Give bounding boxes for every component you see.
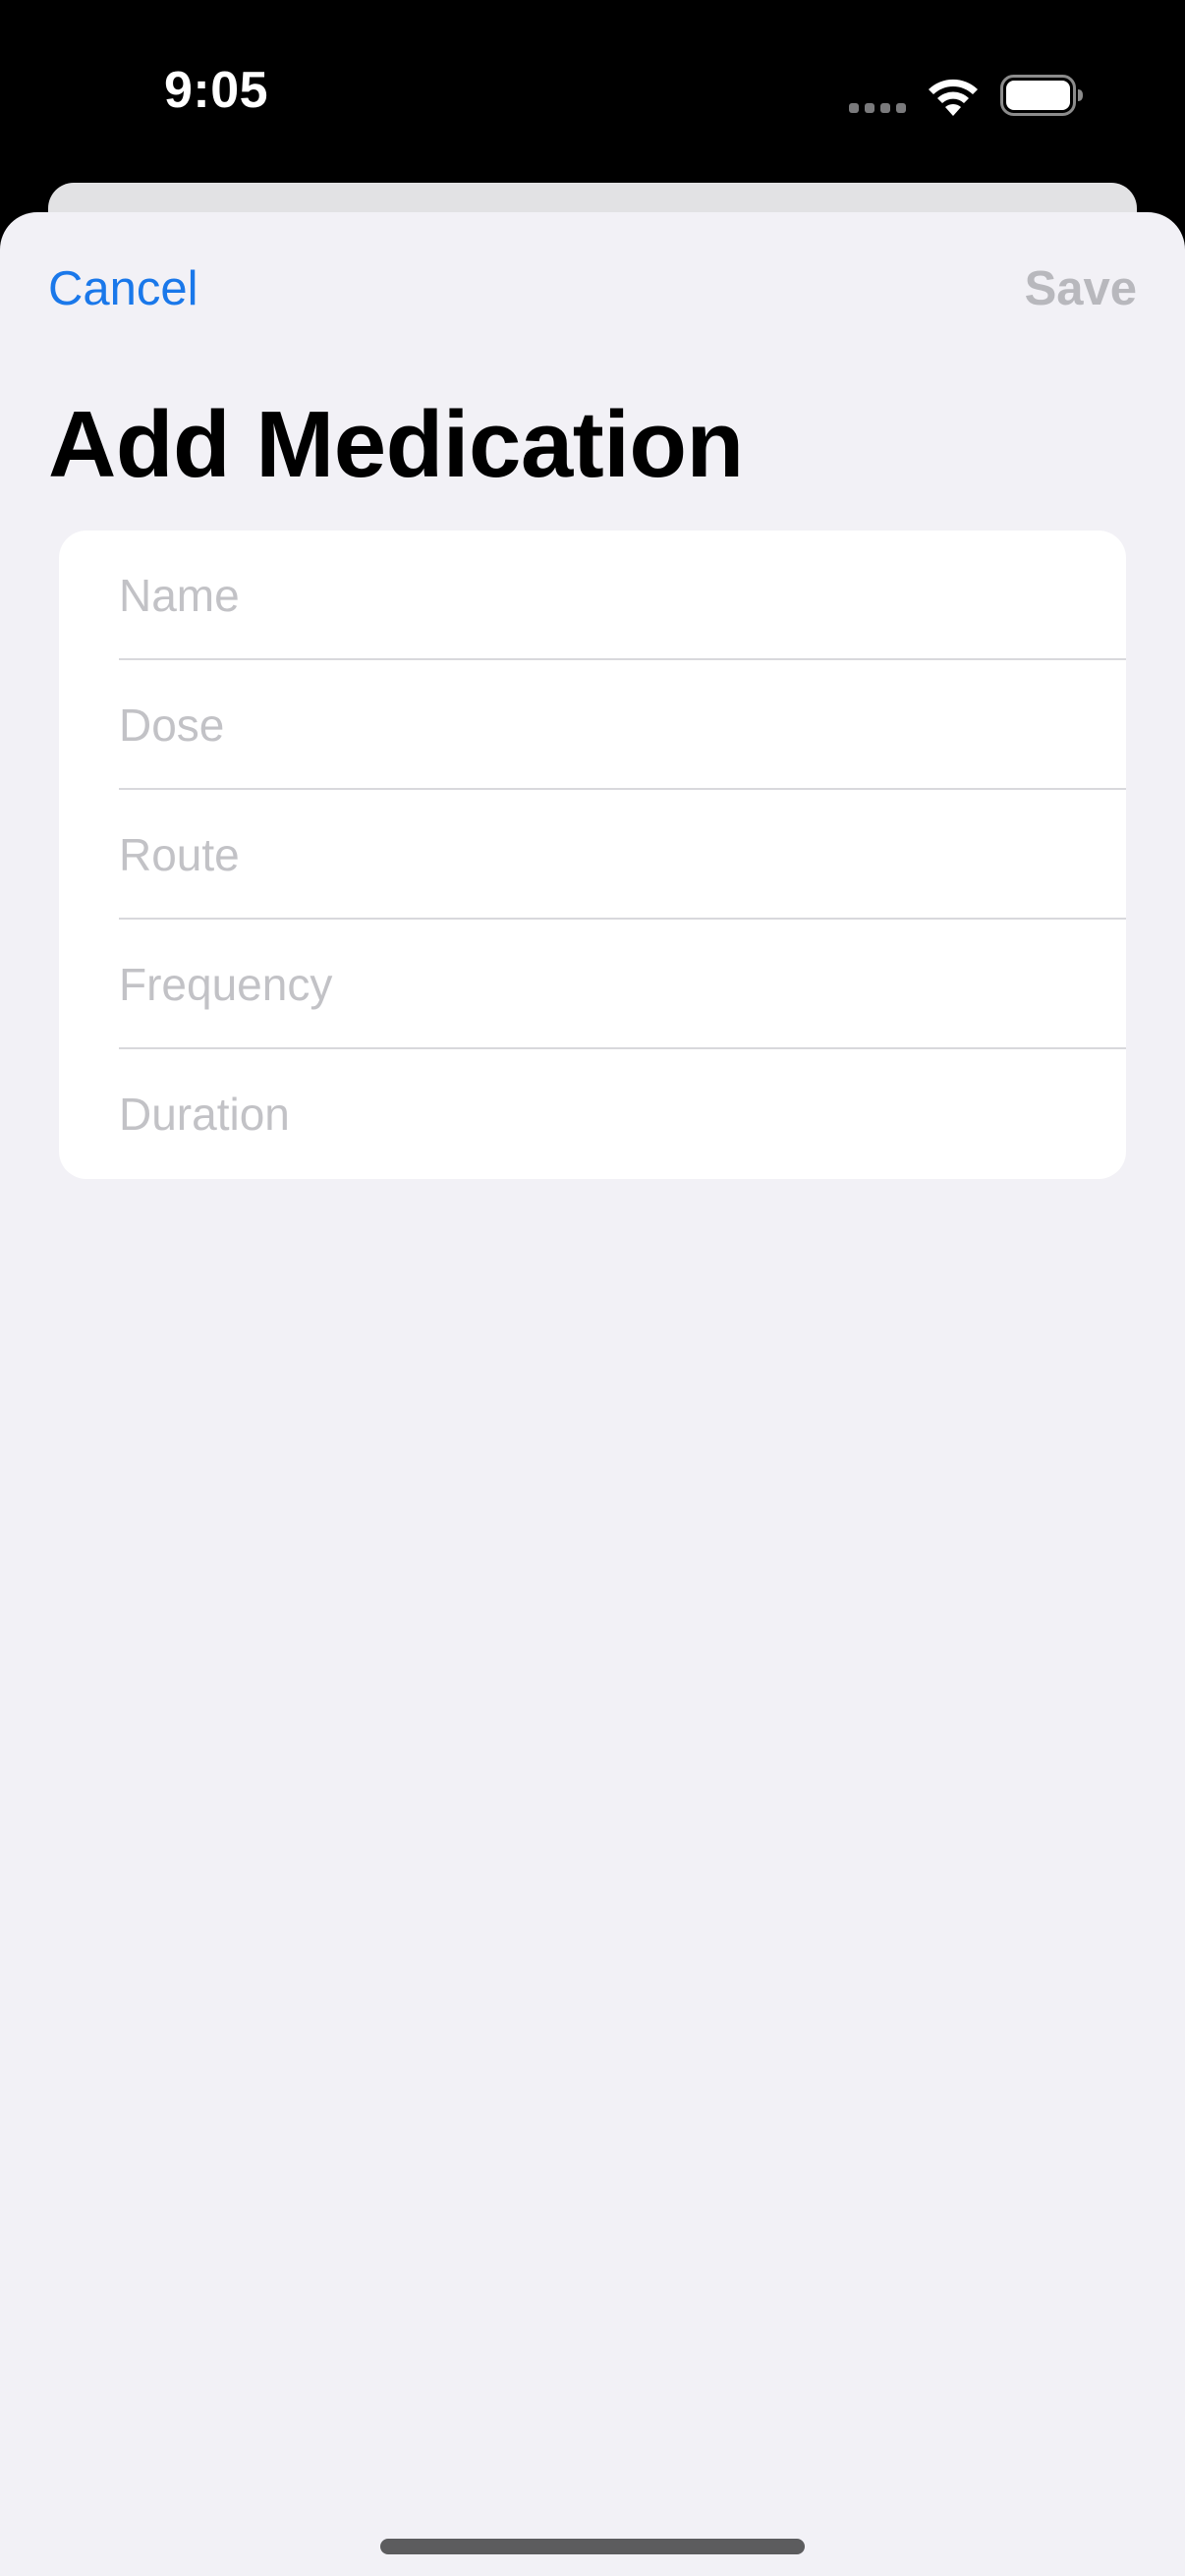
frequency-field[interactable]: [119, 920, 1082, 1049]
route-field[interactable]: [119, 790, 1082, 920]
battery-icon: [1000, 75, 1083, 116]
save-button[interactable]: Save: [1025, 265, 1137, 313]
cancel-button[interactable]: Cancel: [48, 265, 198, 313]
medication-form: [59, 531, 1126, 1179]
screen: 9:05 Cancel Save Add Medication: [0, 0, 1185, 2576]
name-field[interactable]: [119, 531, 1082, 660]
form-row-frequency: [59, 920, 1126, 1049]
status-time: 9:05: [164, 62, 269, 119]
duration-field[interactable]: [119, 1049, 1082, 1179]
form-row-duration: [59, 1049, 1126, 1179]
form-row-name: [59, 531, 1126, 660]
form-row-route: [59, 790, 1126, 920]
home-indicator[interactable]: [380, 2539, 805, 2554]
dose-field[interactable]: [119, 660, 1082, 790]
wifi-icon: [929, 79, 978, 116]
status-bar: 9:05: [0, 0, 1185, 187]
signal-icon: [849, 103, 906, 113]
page-title: Add Medication: [48, 392, 744, 497]
form-row-dose: [59, 660, 1126, 790]
